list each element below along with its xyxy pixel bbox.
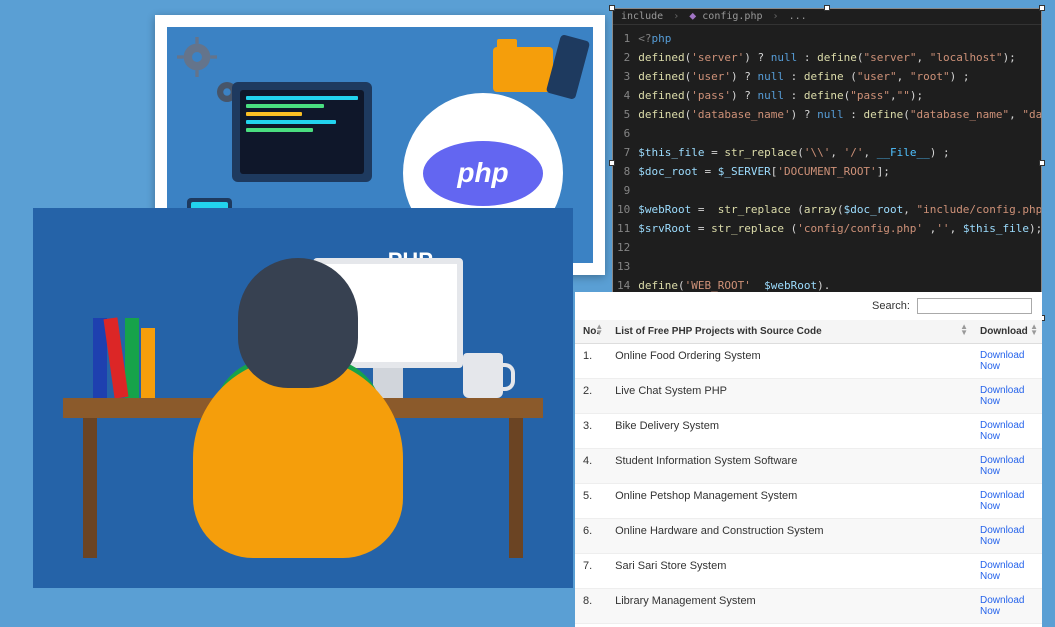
cell-title: Online Food Ordering System: [607, 344, 972, 379]
table-row: 8.Library Management System Download Now: [575, 589, 1042, 624]
sort-icon: ▲▼: [1030, 324, 1038, 336]
code-editor[interactable]: include › ⬥ config.php › ... 12345678910…: [612, 8, 1042, 318]
breadcrumb-tail: ...: [789, 11, 807, 22]
cell-download: Download Now: [972, 379, 1042, 414]
breadcrumb[interactable]: include › ⬥ config.php › ...: [613, 9, 1041, 25]
breadcrumb-file[interactable]: config.php: [702, 11, 762, 22]
cell-download: Download Now: [972, 554, 1042, 589]
cell-title: Online Hardware and Construction System: [607, 519, 972, 554]
table-row: 1.Online Food Ordering System Download No…: [575, 344, 1042, 379]
projects-table: No.▲▼ List of Free PHP Projects with Sou…: [575, 320, 1042, 624]
breadcrumb-folder[interactable]: include: [621, 11, 663, 22]
search-input[interactable]: [917, 298, 1032, 314]
table-row: 4.Student Information System Software Dow…: [575, 449, 1042, 484]
download-link[interactable]: Download Now: [980, 595, 1034, 617]
person-body: [193, 358, 403, 558]
col-header-title[interactable]: List of Free PHP Projects with Source Co…: [607, 320, 972, 344]
cell-no: 5.: [575, 484, 607, 519]
cell-no: 2.: [575, 379, 607, 414]
search-row: Search:: [575, 292, 1042, 320]
developer-illustration: PHP < / >: [33, 208, 573, 588]
resize-handle[interactable]: [1039, 5, 1045, 11]
col-header-download[interactable]: Download▲▼: [972, 320, 1042, 344]
cell-title: Bike Delivery System: [607, 414, 972, 449]
cell-no: 4.: [575, 449, 607, 484]
cell-title: Sari Sari Store System: [607, 554, 972, 589]
resize-handle[interactable]: [824, 5, 830, 11]
cell-download: Download Now: [972, 414, 1042, 449]
download-link[interactable]: Download Now: [980, 490, 1034, 512]
chevron-right-icon: ›: [673, 11, 679, 22]
cell-title: Library Management System: [607, 589, 972, 624]
mug-icon: [463, 353, 503, 398]
cell-title: Online Petshop Management System: [607, 484, 972, 519]
resize-handle[interactable]: [1039, 160, 1045, 166]
resize-handle[interactable]: [609, 5, 615, 11]
books-icon: [93, 318, 157, 398]
download-link[interactable]: Download Now: [980, 350, 1034, 372]
download-link[interactable]: Download Now: [980, 560, 1034, 582]
cell-download: Download Now: [972, 449, 1042, 484]
wrench-icon: [546, 34, 591, 100]
cell-download: Download Now: [972, 484, 1042, 519]
code-content[interactable]: <?phpdefined('server') ? null : define("…: [638, 25, 1041, 315]
download-link[interactable]: Download Now: [980, 455, 1034, 477]
cell-no: 7.: [575, 554, 607, 589]
cell-title: Student Information System Software: [607, 449, 972, 484]
cell-no: 8.: [575, 589, 607, 624]
projects-table-panel: Search: No.▲▼ List of Free PHP Projects …: [575, 292, 1042, 627]
sort-icon: ▲▼: [595, 324, 603, 336]
sort-icon: ▲▼: [960, 324, 968, 336]
line-gutter: 1234567891011121314: [613, 25, 638, 315]
download-link[interactable]: Download Now: [980, 385, 1034, 407]
cell-download: Download Now: [972, 519, 1042, 554]
col-header-no[interactable]: No.▲▼: [575, 320, 607, 344]
cell-no: 6.: [575, 519, 607, 554]
cell-download: Download Now: [972, 589, 1042, 624]
download-link[interactable]: Download Now: [980, 420, 1034, 442]
download-link[interactable]: Download Now: [980, 525, 1034, 547]
chevron-right-icon: ›: [773, 11, 779, 22]
search-label: Search:: [872, 300, 910, 312]
table-row: 2.Live Chat System PHP Download Now: [575, 379, 1042, 414]
resize-handle[interactable]: [609, 160, 615, 166]
table-row: 6.Online Hardware and Construction Syste…: [575, 519, 1042, 554]
cell-download: Download Now: [972, 344, 1042, 379]
cell-no: 1.: [575, 344, 607, 379]
table-row: 3.Bike Delivery System Download Now: [575, 414, 1042, 449]
php-logo-text: php: [423, 141, 543, 206]
laptop-icon: [232, 82, 372, 182]
table-row: 7.Sari Sari Store System Download Now: [575, 554, 1042, 589]
person-head: [238, 258, 358, 388]
cell-title: Live Chat System PHP: [607, 379, 972, 414]
gear-icon: [177, 37, 217, 77]
cell-no: 3.: [575, 414, 607, 449]
folder-icon: [493, 47, 553, 92]
table-row: 5.Online Petshop Management System Downlo…: [575, 484, 1042, 519]
